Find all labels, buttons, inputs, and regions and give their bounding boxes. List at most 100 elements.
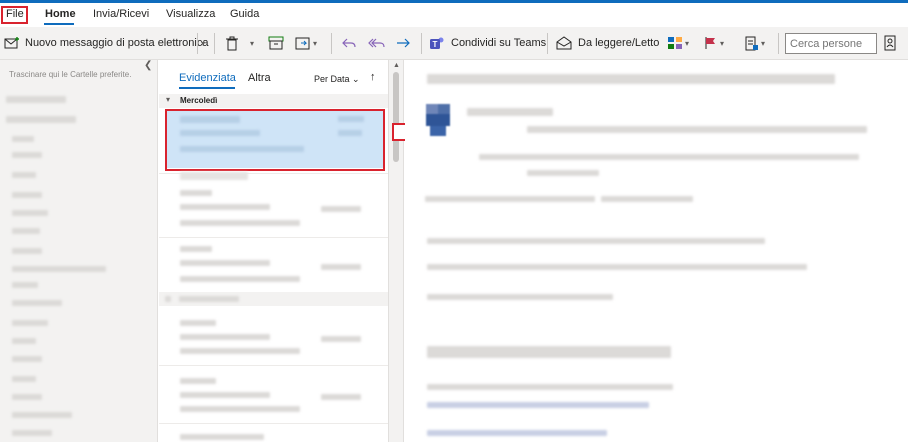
list-item-sender [180, 246, 212, 252]
recipients-line [479, 154, 859, 160]
ribbon-separator [421, 33, 422, 54]
new-message-dropdown[interactable]: ▾ [201, 32, 205, 54]
new-message-button[interactable]: Nuovo messaggio di posta elettronica [4, 32, 208, 54]
reply-icon [342, 38, 356, 48]
selection-highlight-frame [165, 109, 385, 171]
folder-item[interactable] [12, 248, 42, 254]
list-item-time [321, 206, 361, 212]
rules-button[interactable]: ▾ [744, 32, 765, 54]
message-list: Evidenziata Altra Per Data ⌄ ↑ ▾ Mercole… [159, 60, 388, 442]
folder-item[interactable] [12, 394, 42, 400]
folder-item[interactable] [12, 228, 40, 234]
tab-focused[interactable]: Evidenziata [179, 72, 236, 84]
tab-home[interactable]: Home [45, 8, 76, 20]
folder-item[interactable] [12, 282, 38, 288]
list-item-subject [180, 392, 270, 398]
forward-icon [397, 38, 410, 48]
folder-item[interactable] [12, 376, 36, 382]
ribbon-separator [547, 33, 548, 54]
folder-item[interactable] [12, 338, 36, 344]
file-tab-highlight [1, 6, 28, 24]
flag-icon [705, 37, 715, 49]
forward-button[interactable] [395, 32, 411, 54]
body-link[interactable] [427, 402, 649, 408]
list-item-sender [180, 434, 264, 440]
share-teams-button[interactable]: T Condividi su Teams [429, 32, 546, 54]
categorize-dropdown[interactable]: ▾ [685, 39, 689, 48]
tab-other[interactable]: Altra [248, 72, 271, 84]
folder-item[interactable] [12, 430, 52, 436]
date-group-header[interactable] [159, 292, 388, 306]
date-group-label [179, 296, 239, 302]
list-item-preview [180, 348, 300, 354]
body-text [427, 238, 765, 244]
folder-item[interactable] [12, 412, 72, 418]
sort-label: Per Data [314, 74, 350, 84]
sort-dropdown[interactable]: Per Data ⌄ [314, 74, 360, 85]
list-item-sender [180, 190, 212, 196]
list-item-preview [180, 276, 300, 282]
list-item-time [321, 394, 361, 400]
folder-item[interactable] [6, 116, 76, 123]
delete-dropdown[interactable]: ▾ [250, 32, 254, 54]
folder-item[interactable] [12, 172, 36, 178]
body-text [601, 196, 693, 202]
read-unread-label: Da leggere/Letto [578, 37, 660, 49]
body-heading [427, 346, 671, 358]
list-item-preview [180, 220, 300, 226]
sender-avatar [426, 104, 450, 136]
move-dropdown[interactable]: ▾ [313, 39, 317, 48]
folder-item[interactable] [12, 192, 42, 198]
share-teams-label: Condividi su Teams [451, 37, 547, 49]
flag-button[interactable]: ▾ [704, 32, 724, 54]
archive-icon [268, 36, 284, 50]
tab-send-receive[interactable]: Invia/Ricevi [93, 8, 149, 20]
folder-item[interactable] [12, 210, 48, 216]
sender-name [467, 108, 553, 116]
reply-all-button[interactable] [368, 32, 386, 54]
folder-item[interactable] [12, 356, 42, 362]
list-item-sender [180, 378, 216, 384]
favorites-hint: Trascinare qui le Cartelle preferite. [9, 70, 132, 79]
open-envelope-icon [556, 36, 572, 50]
body-link[interactable] [427, 430, 607, 436]
reply-button[interactable] [341, 32, 357, 54]
focused-tab-indicator [179, 87, 235, 89]
date-group-header[interactable]: ▾ Mercoledì [159, 94, 388, 108]
search-people-input[interactable] [785, 33, 877, 54]
tab-view[interactable]: Visualizza [166, 8, 215, 20]
menu-bar: File Home Invia/Ricevi Visualizza Guida [0, 3, 908, 27]
recipients-line [527, 126, 867, 133]
folder-item[interactable] [12, 266, 106, 272]
address-book-button[interactable] [883, 32, 897, 54]
list-item-time [321, 264, 361, 270]
flag-dropdown[interactable]: ▾ [720, 39, 724, 48]
divider [159, 365, 388, 366]
folder-item[interactable] [12, 136, 34, 142]
tab-help[interactable]: Guida [230, 8, 259, 20]
scroll-up-icon[interactable]: ▲ [393, 62, 400, 69]
ribbon-separator [197, 33, 198, 54]
folder-item[interactable] [12, 300, 62, 306]
move-folder-icon [295, 37, 310, 50]
body-text [427, 384, 673, 390]
folder-item[interactable] [12, 320, 48, 326]
arrow-up-icon[interactable]: ↑ [370, 71, 376, 83]
collapse-folder-pane-icon[interactable]: ❮ [144, 60, 152, 71]
folder-item[interactable] [12, 152, 42, 158]
read-unread-button[interactable]: Da leggere/Letto [556, 32, 659, 54]
categorize-button[interactable]: ▾ [667, 32, 689, 54]
list-item[interactable] [180, 172, 248, 180]
reading-pane [405, 60, 908, 442]
list-item-time [321, 336, 361, 342]
address-book-icon [884, 35, 896, 51]
archive-button[interactable] [268, 32, 284, 54]
move-button[interactable]: ▾ [295, 32, 317, 54]
folder-item[interactable] [6, 96, 66, 103]
rules-dropdown[interactable]: ▾ [761, 39, 765, 48]
ribbon: Nuovo messaggio di posta elettronica ▾ ▾… [0, 27, 908, 60]
teams-icon: T [430, 37, 444, 49]
delete-button[interactable] [225, 32, 239, 54]
rules-icon [745, 36, 758, 50]
ribbon-separator [331, 33, 332, 54]
